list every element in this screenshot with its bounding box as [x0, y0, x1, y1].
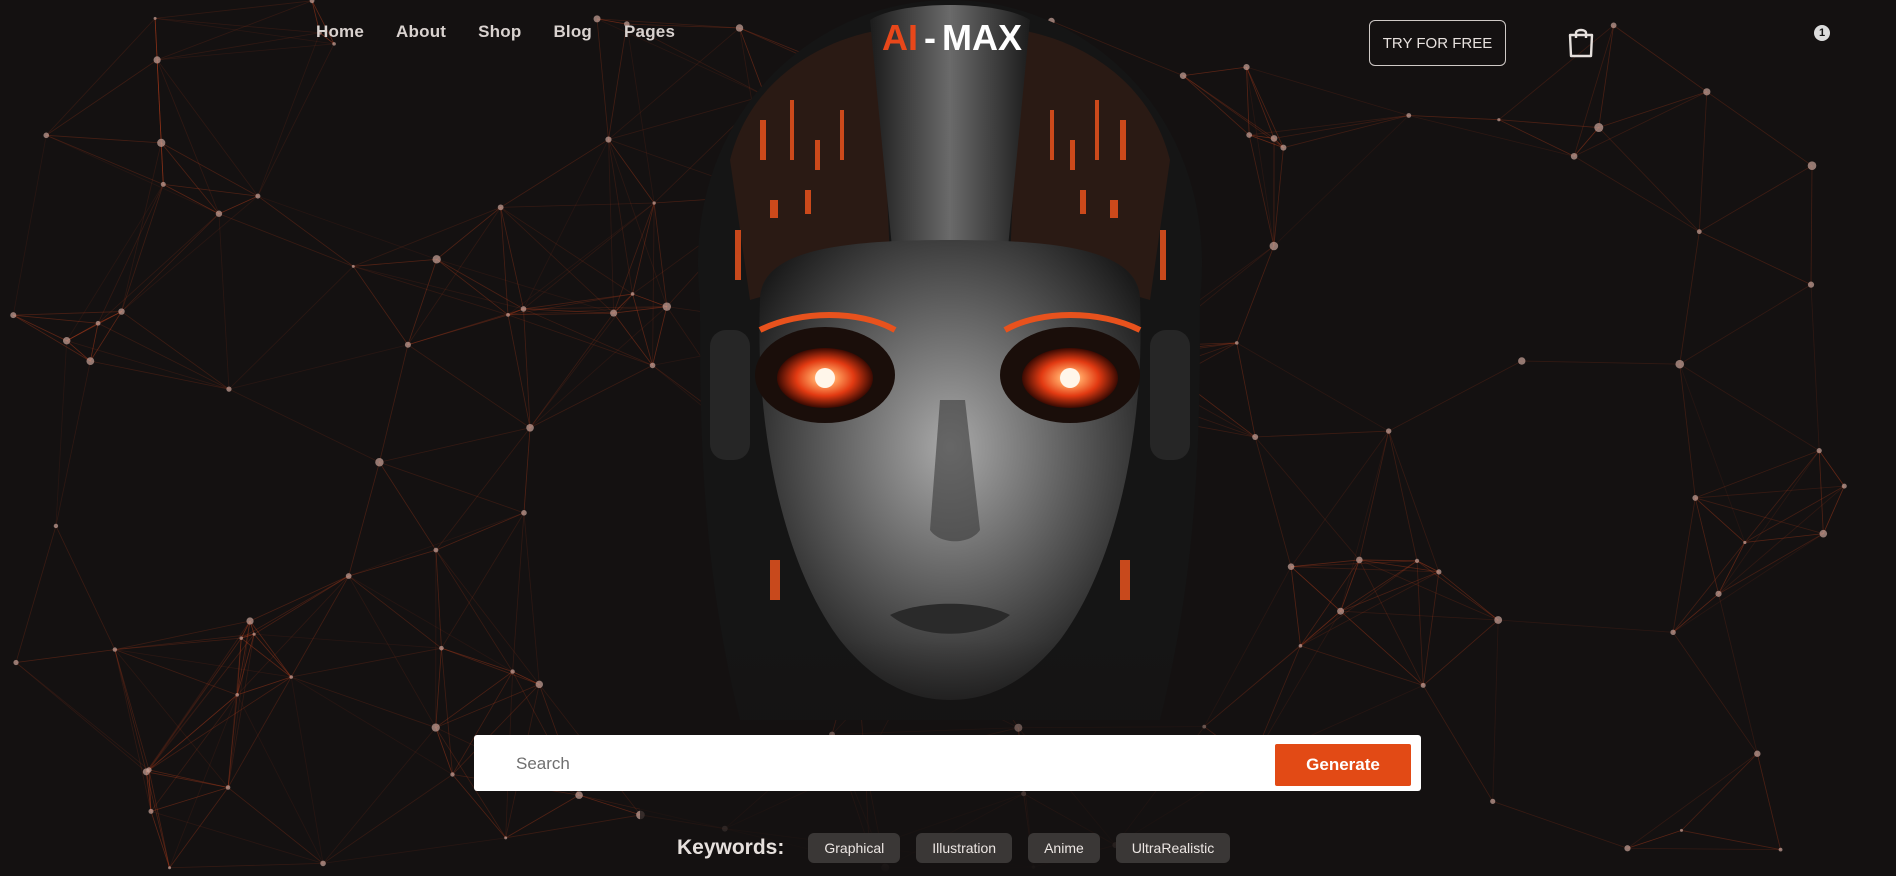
nav-pages-link[interactable]: Pages: [624, 22, 675, 42]
logo-part-ai: AI: [882, 17, 918, 58]
cart-count-badge: 1: [1814, 25, 1830, 41]
nav-about-link[interactable]: About: [396, 22, 446, 42]
main-nav: Home About Shop Blog Pages: [316, 22, 707, 42]
keyword-chip-ultrarealistic[interactable]: UltraRealistic: [1115, 833, 1231, 863]
brand-logo[interactable]: AI - MAX: [882, 20, 1022, 56]
keyword-chip-graphical[interactable]: Graphical: [808, 833, 901, 863]
generate-button[interactable]: Generate: [1275, 744, 1411, 786]
nav-shop-link[interactable]: Shop: [478, 22, 521, 42]
nav-home-link[interactable]: Home: [316, 22, 364, 42]
search-input[interactable]: [514, 749, 1318, 779]
keywords-row: Keywords: Graphical Illustration Anime U…: [677, 833, 1246, 863]
logo-part-max: MAX: [942, 17, 1022, 58]
keyword-chip-anime[interactable]: Anime: [1028, 833, 1100, 863]
keyword-chip-illustration[interactable]: Illustration: [916, 833, 1013, 863]
shopping-bag-icon[interactable]: [1567, 26, 1595, 58]
try-for-free-button[interactable]: TRY FOR FREE: [1369, 20, 1506, 66]
keywords-label: Keywords:: [677, 836, 785, 859]
logo-separator: -: [924, 17, 936, 58]
nav-blog-link[interactable]: Blog: [553, 22, 592, 42]
search-bar: Generate: [474, 735, 1421, 791]
